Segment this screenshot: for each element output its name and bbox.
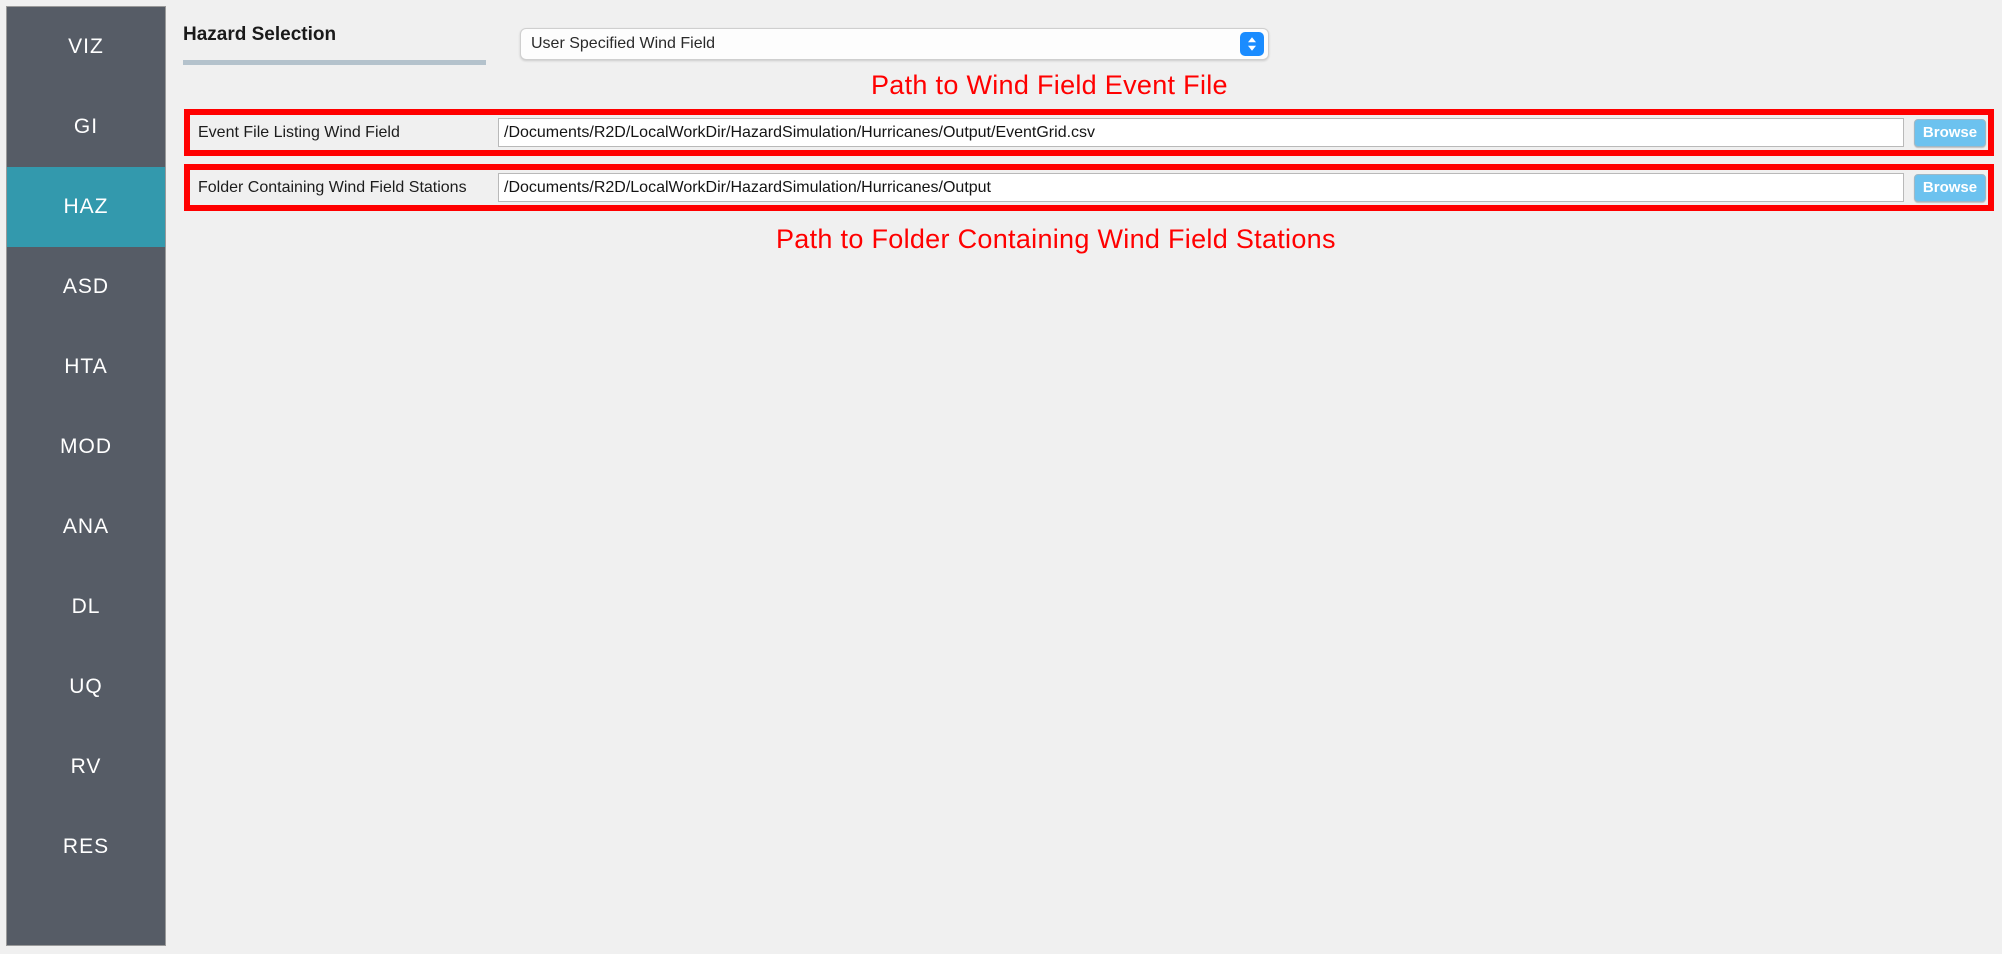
sidebar-item-res[interactable]: RES	[7, 807, 165, 887]
folder-label: Folder Containing Wind Field Stations	[198, 178, 467, 196]
folder-input[interactable]: /Documents/R2D/LocalWorkDir/HazardSimula…	[498, 173, 1904, 202]
sidebar-item-uq[interactable]: UQ	[7, 647, 165, 727]
sidebar-item-mod[interactable]: MOD	[7, 407, 165, 487]
page-title: Hazard Selection	[183, 24, 337, 45]
sidebar-item-hta[interactable]: HTA	[7, 327, 165, 407]
hazard-type-dropdown[interactable]: User Specified Wind Field	[520, 28, 1269, 60]
title-underline	[183, 60, 486, 65]
folder-browse-button[interactable]: Browse	[1914, 173, 1986, 202]
sidebar-item-rv[interactable]: RV	[7, 727, 165, 807]
sidebar-nav: VIZ GI HAZ ASD HTA MOD ANA DL UQ RV RES	[6, 6, 166, 946]
annotation-folder-wind-field-stations: Path to Folder Containing Wind Field Sta…	[776, 224, 1336, 254]
annotation-wind-field-event-file: Path to Wind Field Event File	[871, 70, 1228, 100]
event-file-label: Event File Listing Wind Field	[198, 123, 400, 141]
field-row-folder: Folder Containing Wind Field Stations /D…	[192, 171, 1986, 204]
sidebar-item-viz[interactable]: VIZ	[7, 7, 165, 87]
sidebar-item-dl[interactable]: DL	[7, 567, 165, 647]
sidebar-item-haz[interactable]: HAZ	[7, 167, 165, 247]
chevron-up-down-icon[interactable]	[1240, 32, 1264, 56]
event-file-input[interactable]: /Documents/R2D/LocalWorkDir/HazardSimula…	[498, 118, 1904, 147]
sidebar-item-ana[interactable]: ANA	[7, 487, 165, 567]
sidebar-item-gi[interactable]: GI	[7, 87, 165, 167]
event-file-browse-button[interactable]: Browse	[1914, 118, 1986, 147]
main-content-panel: Hazard Selection User Specified Wind Fie…	[166, 0, 2002, 954]
hazard-selection-row: Hazard Selection User Specified Wind Fie…	[183, 18, 2002, 68]
hazard-type-dropdown-value: User Specified Wind Field	[531, 35, 716, 52]
field-row-event-file: Event File Listing Wind Field /Documents…	[192, 116, 1986, 149]
sidebar-item-asd[interactable]: ASD	[7, 247, 165, 327]
